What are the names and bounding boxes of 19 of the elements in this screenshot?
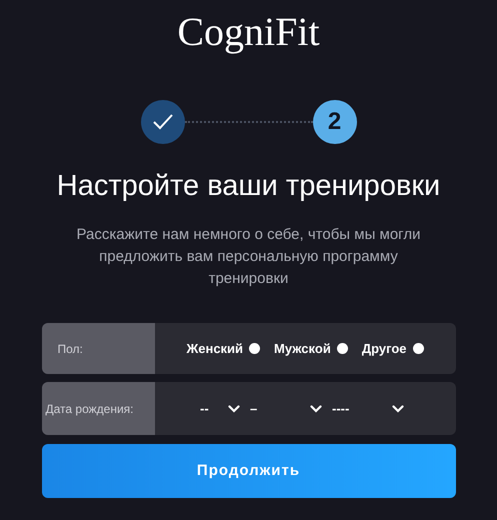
radio-option[interactable]: Другое [362, 338, 424, 358]
field-label: Дата рождения: [42, 382, 154, 435]
radio-button[interactable] [336, 343, 348, 354]
field-label: Пол: [42, 323, 154, 374]
radio-option[interactable]: Мужской [274, 338, 348, 358]
date-select[interactable]: – [250, 398, 322, 418]
radio-button[interactable] [249, 343, 260, 354]
chevron-down-icon [392, 404, 404, 412]
date-select[interactable]: -- [200, 398, 240, 418]
radio-option[interactable]: Женский [186, 338, 260, 358]
page-title: Настройте ваши тренировки [56, 169, 440, 204]
logo: CogniFit [177, 8, 320, 56]
radio-button[interactable] [412, 343, 424, 354]
checkmark-icon [152, 113, 174, 131]
date-select[interactable]: ---- [332, 398, 404, 418]
chevron-down-icon [310, 404, 322, 412]
description: Расскажите нам немного о себе, чтобы мы могли предложить вам персональную программу тренировки [76, 225, 422, 289]
step-current: 2 [312, 100, 356, 144]
chevron-down-icon [228, 404, 240, 412]
